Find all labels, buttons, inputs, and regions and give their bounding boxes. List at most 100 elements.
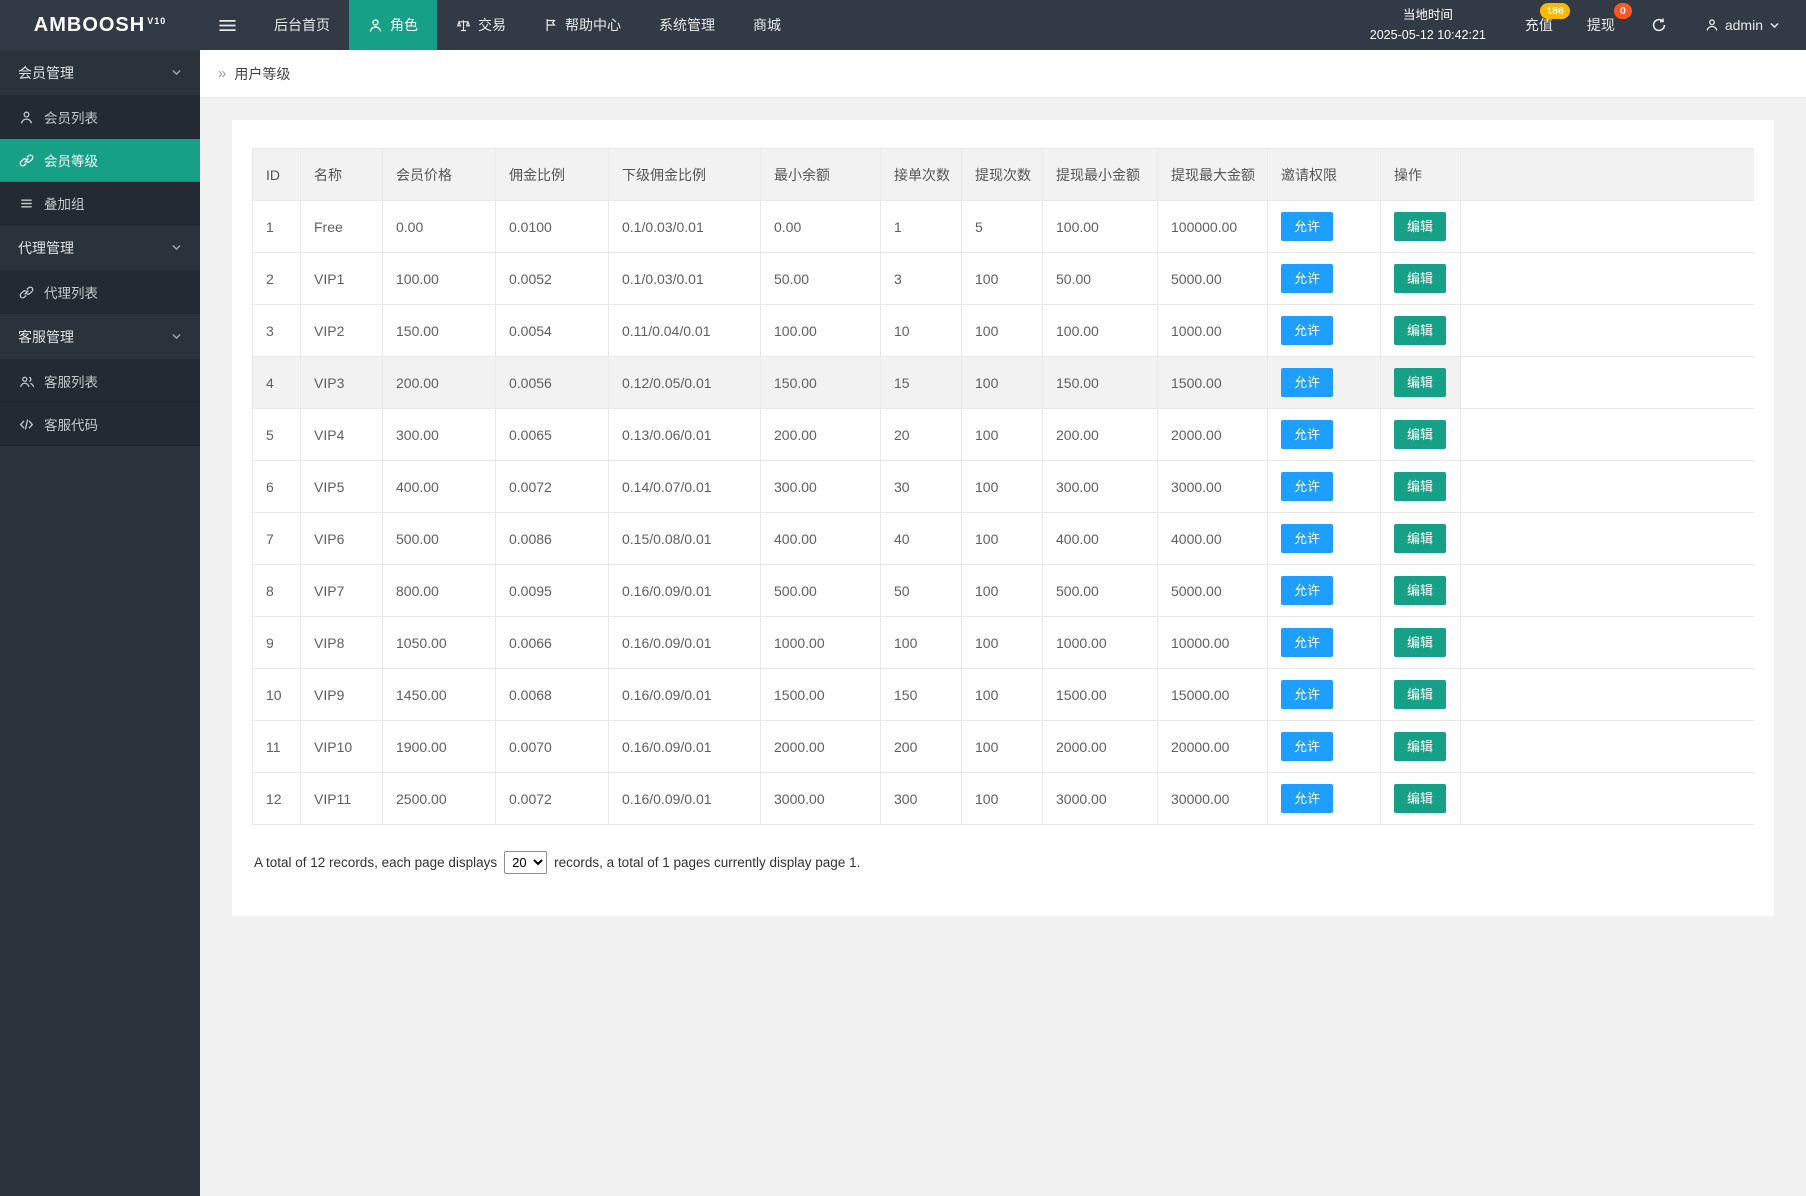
allow-button[interactable]: 允许	[1281, 212, 1333, 241]
table-cell: 800.00	[383, 565, 496, 617]
nav-label: 系统管理	[659, 15, 715, 35]
column-header: 名称	[301, 149, 383, 201]
table-cell: 2500.00	[383, 773, 496, 825]
column-header: 提现次数	[962, 149, 1043, 201]
action-cell: 编辑	[1381, 773, 1461, 825]
allow-button[interactable]: 允许	[1281, 420, 1333, 449]
table-cell: VIP8	[301, 617, 383, 669]
nav-item-help-center[interactable]: 帮助中心	[525, 0, 640, 50]
allow-button[interactable]: 允许	[1281, 472, 1333, 501]
nav-item-system[interactable]: 系统管理	[640, 0, 734, 50]
table-cell: 10	[253, 669, 301, 721]
table-row: 12VIP112500.000.00720.16/0.09/0.013000.0…	[253, 773, 1755, 825]
column-header: 佣金比例	[496, 149, 609, 201]
sidebar-item-stack-group[interactable]: 叠加组	[0, 182, 200, 225]
nav-item-trade[interactable]: 交易	[437, 0, 525, 50]
person-icon	[368, 18, 383, 33]
sidebar-item-service-code[interactable]: 客服代码	[0, 403, 200, 446]
allow-button[interactable]: 允许	[1281, 316, 1333, 345]
sidebar-toggle-button[interactable]	[200, 0, 255, 50]
header-filler	[1461, 149, 1755, 201]
edit-button[interactable]: 编辑	[1394, 316, 1446, 345]
row-filler	[1461, 461, 1755, 513]
user-menu[interactable]: admin	[1686, 0, 1806, 50]
sidebar-item-agent-list[interactable]: 代理列表	[0, 271, 200, 314]
edit-button[interactable]: 编辑	[1394, 472, 1446, 501]
sidebar-item-label: 会员等级	[44, 150, 98, 170]
table-cell: 100	[962, 565, 1043, 617]
table-cell: 2	[253, 253, 301, 305]
sidebar-group-service-management[interactable]: 客服管理	[0, 314, 200, 360]
edit-button[interactable]: 编辑	[1394, 784, 1446, 813]
row-filler	[1461, 721, 1755, 773]
nav-item-roles[interactable]: 角色	[349, 0, 437, 50]
table-cell: 0.0100	[496, 201, 609, 253]
allow-button[interactable]: 允许	[1281, 368, 1333, 397]
edit-button[interactable]: 编辑	[1394, 264, 1446, 293]
table-cell: 0.16/0.09/0.01	[609, 669, 761, 721]
withdraw-button[interactable]: 提现 0	[1570, 0, 1632, 50]
sidebar-group-agent-management[interactable]: 代理管理	[0, 225, 200, 271]
table-cell: 11	[253, 721, 301, 773]
table-cell: 400.00	[1043, 513, 1158, 565]
edit-button[interactable]: 编辑	[1394, 576, 1446, 605]
table-cell: 500.00	[383, 513, 496, 565]
table-cell: 10000.00	[1158, 617, 1268, 669]
withdraw-badge: 0	[1614, 3, 1632, 19]
allow-button[interactable]: 允许	[1281, 264, 1333, 293]
page-size-select[interactable]: 20	[504, 851, 547, 874]
table-cell: 15000.00	[1158, 669, 1268, 721]
table-cell: 0.1/0.03/0.01	[609, 253, 761, 305]
invite-permission-cell: 允许	[1268, 253, 1381, 305]
edit-button[interactable]: 编辑	[1394, 732, 1446, 761]
sidebar-group-label: 会员管理	[18, 63, 74, 83]
edit-button[interactable]: 编辑	[1394, 680, 1446, 709]
table-cell: 0.12/0.05/0.01	[609, 357, 761, 409]
action-cell: 编辑	[1381, 357, 1461, 409]
sidebar-item-label: 客服列表	[44, 371, 98, 391]
table-cell: 8	[253, 565, 301, 617]
recharge-badge: 186	[1540, 3, 1570, 19]
edit-button[interactable]: 编辑	[1394, 524, 1446, 553]
table-cell: 150	[881, 669, 962, 721]
table-cell: 200.00	[383, 357, 496, 409]
sidebar-item-label: 客服代码	[44, 414, 98, 434]
allow-button[interactable]: 允许	[1281, 524, 1333, 553]
sidebar-item-member-list[interactable]: 会员列表	[0, 96, 200, 139]
allow-button[interactable]: 允许	[1281, 628, 1333, 657]
allow-button[interactable]: 允许	[1281, 680, 1333, 709]
sidebar-group-label: 客服管理	[18, 327, 74, 347]
nav-item-mall[interactable]: 商城	[734, 0, 800, 50]
table-cell: 100.00	[761, 305, 881, 357]
allow-button[interactable]: 允许	[1281, 784, 1333, 813]
table-cell: 1000.00	[1158, 305, 1268, 357]
table-cell: 0.0070	[496, 721, 609, 773]
table-cell: 400.00	[383, 461, 496, 513]
table-head: ID名称会员价格佣金比例下级佣金比例最小余额接单次数提现次数提现最小金额提现最大…	[253, 149, 1755, 201]
edit-button[interactable]: 编辑	[1394, 420, 1446, 449]
sidebar-item-member-level[interactable]: 会员等级	[0, 139, 200, 182]
table-cell: 200.00	[1043, 409, 1158, 461]
table-cell: 1900.00	[383, 721, 496, 773]
refresh-button[interactable]	[1632, 0, 1686, 50]
table-cell: 300.00	[383, 409, 496, 461]
recharge-button[interactable]: 充值 186	[1508, 0, 1570, 50]
table-cell: 300.00	[1043, 461, 1158, 513]
allow-button[interactable]: 允许	[1281, 732, 1333, 761]
main-content: » 用户等级 ID名称会员价格佣金比例下级佣金比例最小余额接单次数提现次数提现最…	[200, 0, 1806, 1196]
table-cell: 100	[962, 305, 1043, 357]
nav-item-dashboard[interactable]: 后台首页	[255, 0, 349, 50]
table-cell: 0.16/0.09/0.01	[609, 721, 761, 773]
edit-button[interactable]: 编辑	[1394, 368, 1446, 397]
table-row: 10VIP91450.000.00680.16/0.09/0.011500.00…	[253, 669, 1755, 721]
allow-button[interactable]: 允许	[1281, 576, 1333, 605]
edit-button[interactable]: 编辑	[1394, 212, 1446, 241]
edit-button[interactable]: 编辑	[1394, 628, 1446, 657]
sidebar-group-member-management[interactable]: 会员管理	[0, 50, 200, 96]
page-title: 用户等级	[234, 64, 290, 84]
table-cell: 5000.00	[1158, 253, 1268, 305]
pagination-text-before: A total of 12 records, each page display…	[254, 855, 497, 870]
sidebar-item-service-list[interactable]: 客服列表	[0, 360, 200, 403]
invite-permission-cell: 允许	[1268, 773, 1381, 825]
row-filler	[1461, 565, 1755, 617]
